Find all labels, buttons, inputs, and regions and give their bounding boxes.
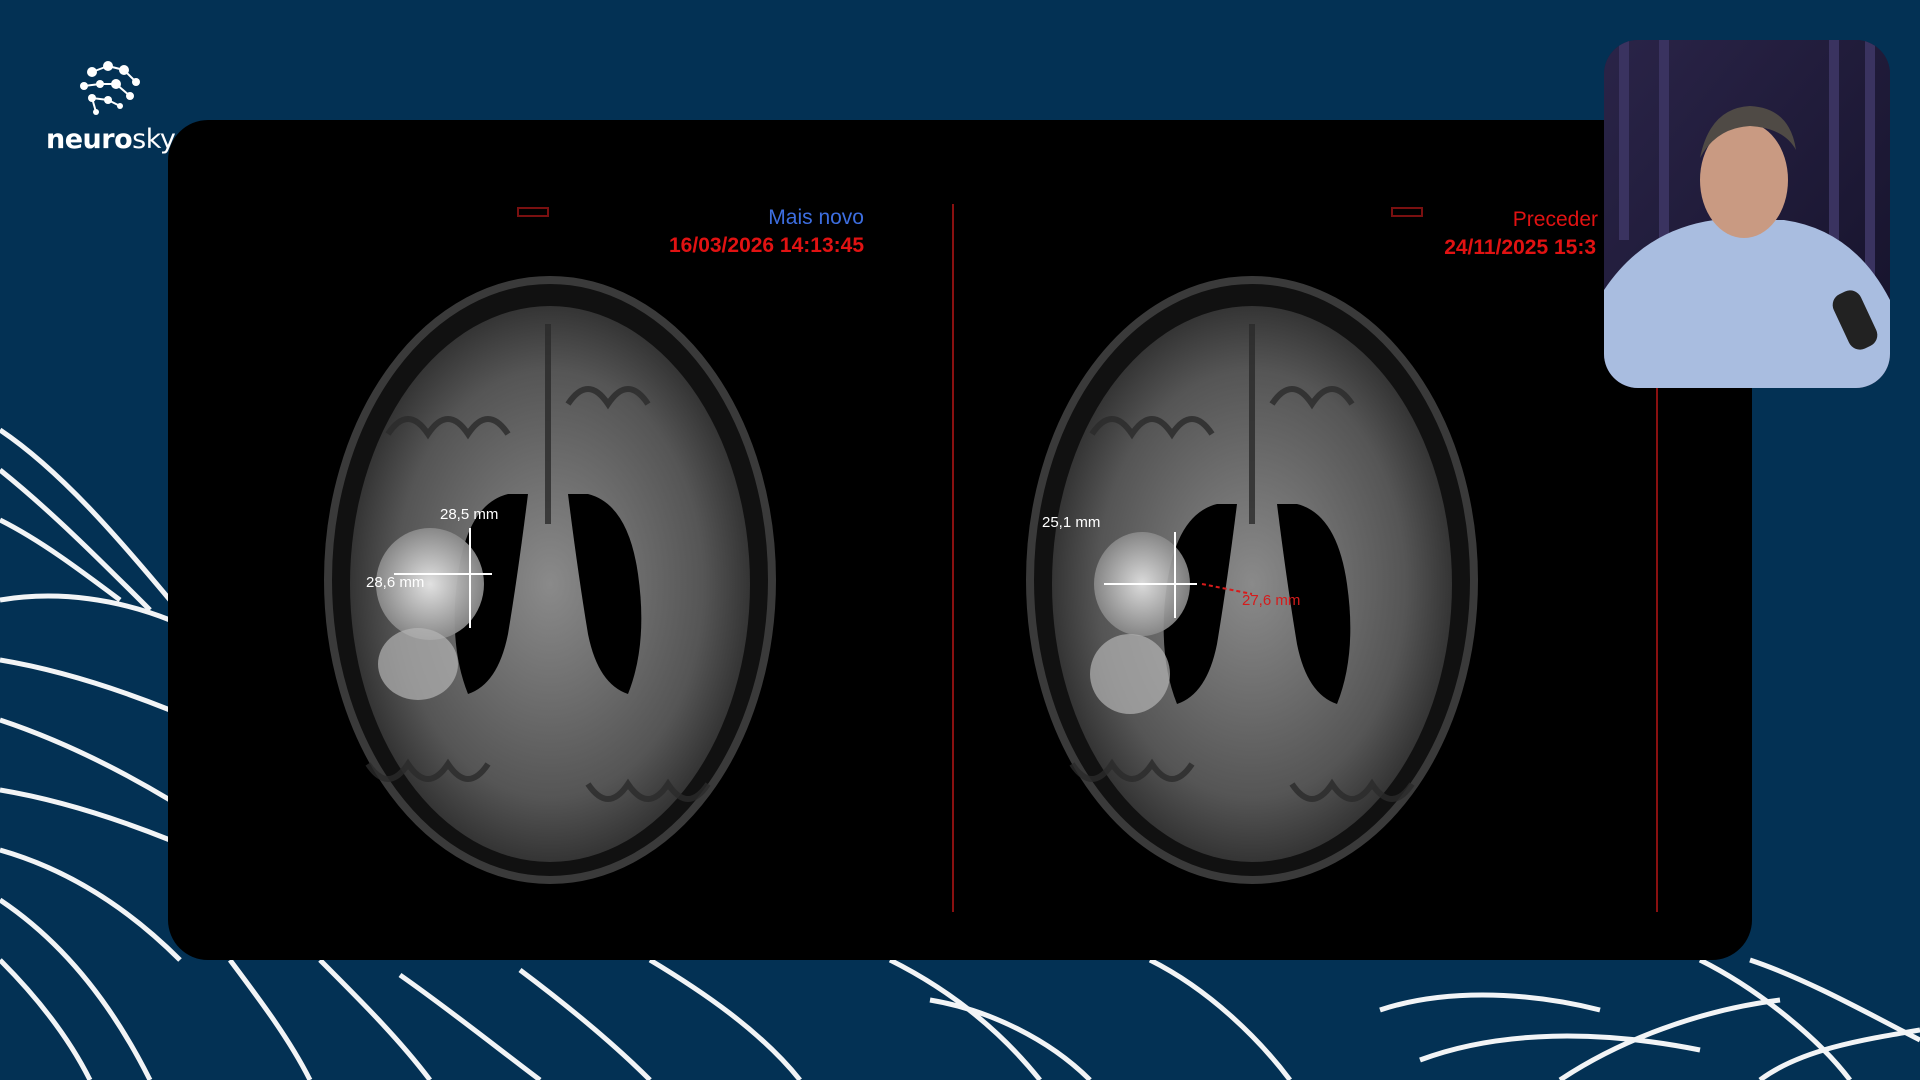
presenter-video-frame — [1604, 40, 1890, 388]
brain-scan-image-newest — [324, 207, 776, 884]
presenter-webcam — [1604, 40, 1890, 388]
series-date-previous: 24/11/2025 15:3 — [1444, 236, 1596, 259]
series-label-previous: Preceder — [1512, 208, 1598, 231]
brand-name-bold: neuro — [46, 124, 133, 155]
neurosky-logo-icon — [80, 61, 140, 115]
measurement-label-1: 25,1 mm — [1042, 514, 1101, 531]
mri-panel-newest[interactable]: Mais novo 16/03/2026 14:13:45 28,5 mm 28… — [168, 204, 868, 912]
measurement-label-2: 28,6 mm — [366, 574, 425, 591]
mri-viewer: Mais novo 16/03/2026 14:13:45 28,5 mm 28… — [168, 120, 1752, 960]
mri-panel-previous[interactable]: Preceder 24/11/2025 15:3 25,1 mm 27,6 mm — [872, 204, 1598, 912]
series-date-newest: 16/03/2026 14:13:45 — [669, 234, 864, 257]
neurosky-logo: neurosky — [42, 58, 182, 158]
brand-name: neurosky — [46, 124, 176, 155]
measurement-label-2: 27,6 mm — [1242, 592, 1301, 609]
measurement-label-1: 28,5 mm — [440, 506, 499, 523]
series-label-newest: Mais novo — [768, 206, 864, 229]
brain-scan-image-previous — [1026, 207, 1478, 884]
